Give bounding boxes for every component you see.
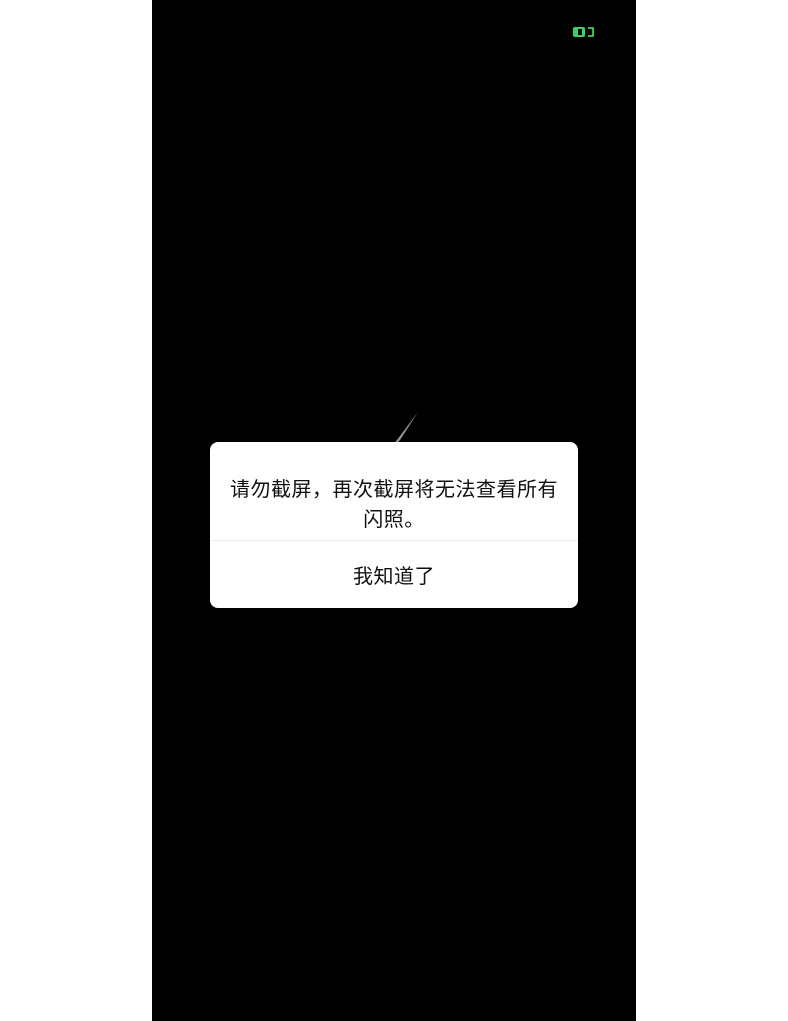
acknowledge-button[interactable]: 我知道了 <box>210 541 578 608</box>
screenshot-warning-dialog: 请勿截屏，再次截屏将无法查看所有闪照。 我知道了 <box>210 442 578 608</box>
phone-screen: 请勿截屏，再次截屏将无法查看所有闪照。 我知道了 <box>152 0 636 1021</box>
camera-indicator-icon <box>573 27 594 37</box>
dialog-message: 请勿截屏，再次截屏将无法查看所有闪照。 <box>230 477 558 531</box>
